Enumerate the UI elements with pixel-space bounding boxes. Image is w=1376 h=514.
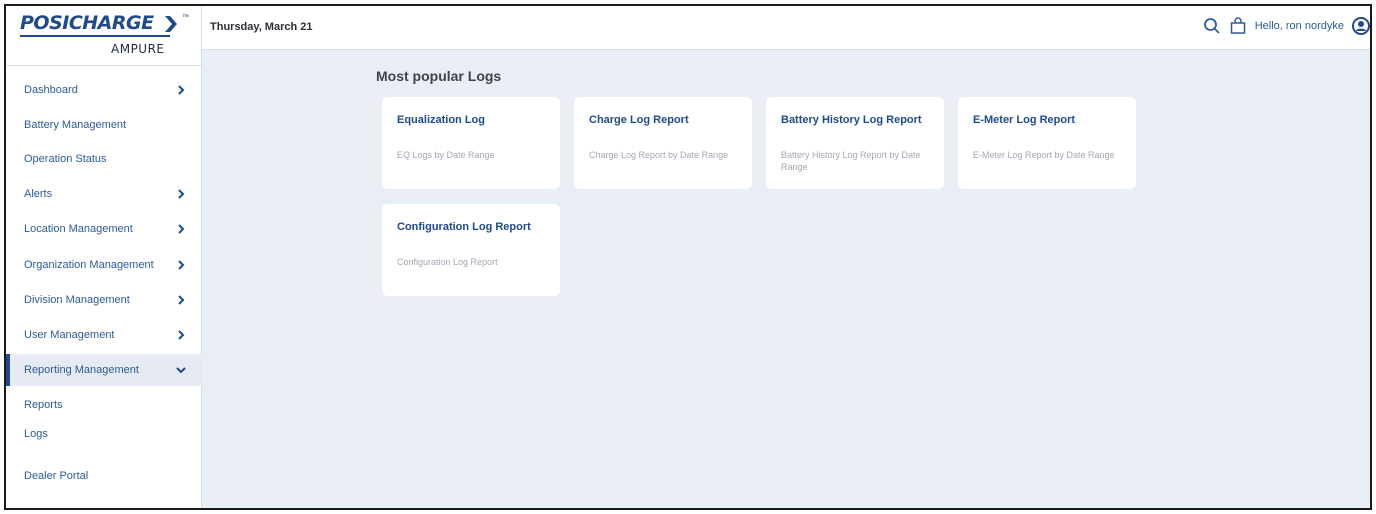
card-description: E-Meter Log Report by Date Range [973, 150, 1115, 160]
chevron-right-icon [178, 260, 185, 270]
header-actions: Hello, ron nordyke [1203, 17, 1370, 35]
sidebar-item-label: Reporting Management [24, 364, 139, 376]
sidebar-item-alerts[interactable]: Alerts [6, 178, 202, 210]
chevron-down-icon [176, 367, 186, 374]
current-date: Thursday, March 21 [210, 21, 313, 33]
sidebar-item-label: Dashboard [24, 84, 78, 96]
sidebar-item-label: Battery Management [24, 119, 127, 131]
sidebar-subitem-reports[interactable]: Reports [24, 399, 63, 411]
card-title: Equalization Log [397, 114, 485, 126]
sidebar: POSICHARGE ™ AMPURE Dashboard Battery Ma… [6, 6, 202, 508]
sidebar-item-battery-management[interactable]: Battery Management [6, 109, 202, 141]
sidebar-item-operation-status[interactable]: Operation Status [6, 143, 202, 175]
card-title: Configuration Log Report [397, 221, 531, 233]
app-window: POSICHARGE ™ AMPURE Dashboard Battery Ma… [4, 4, 1372, 510]
card-title: Battery History Log Report [781, 114, 922, 126]
sidebar-subitem-logs[interactable]: Logs [24, 428, 48, 440]
card-description: Battery History Log Report by Date Range [781, 150, 921, 172]
card-title: E-Meter Log Report [973, 114, 1076, 126]
top-header: Thursday, March 21 Hello, ron nordyke [202, 6, 1370, 50]
chevron-right-icon [178, 330, 185, 340]
sidebar-item-label: Division Management [24, 294, 130, 306]
page-title: Most popular Logs [376, 68, 502, 84]
log-card-battery-history[interactable]: Battery History Log Report Battery Histo… [766, 97, 944, 189]
log-card-configuration[interactable]: Configuration Log Report Configuration L… [382, 204, 560, 296]
card-description: EQ Logs by Date Range [397, 150, 495, 160]
sidebar-item-organization-management[interactable]: Organization Management [6, 249, 202, 281]
sidebar-item-label: User Management [24, 329, 115, 341]
sidebar-item-location-management[interactable]: Location Management [6, 213, 202, 245]
sidebar-item-dealer-portal[interactable]: Dealer Portal [24, 470, 88, 482]
user-avatar-icon[interactable] [1352, 17, 1370, 35]
chevron-right-icon [178, 295, 185, 305]
logo-trademark: ™ [182, 14, 189, 21]
sidebar-item-label: Location Management [24, 223, 133, 235]
sidebar-item-label: Alerts [24, 188, 53, 200]
card-description: Charge Log Report by Date Range [589, 150, 729, 160]
card-title: Charge Log Report [589, 114, 689, 126]
logo-subtitle: AMPURE [111, 42, 165, 56]
search-icon[interactable] [1203, 17, 1221, 35]
chevron-right-icon [178, 189, 185, 199]
sidebar-item-user-management[interactable]: User Management [6, 319, 202, 351]
shopping-bag-icon[interactable] [1229, 17, 1247, 35]
logo-underline [20, 35, 170, 37]
sidebar-item-label: Organization Management [24, 259, 154, 271]
user-greeting[interactable]: Hello, ron nordyke [1255, 20, 1344, 32]
log-card-e-meter[interactable]: E-Meter Log Report E-Meter Log Report by… [958, 97, 1136, 189]
sidebar-item-label: Operation Status [24, 153, 107, 165]
sidebar-item-dashboard[interactable]: Dashboard [6, 74, 202, 106]
sidebar-item-reporting-management[interactable]: Reporting Management [6, 354, 202, 386]
logo-chevron-icon [165, 16, 177, 32]
sidebar-item-division-management[interactable]: Division Management [6, 284, 202, 316]
log-card-equalization[interactable]: Equalization Log EQ Logs by Date Range [382, 97, 560, 189]
logo-wordmark: POSICHARGE [20, 12, 154, 34]
brand-logo[interactable]: POSICHARGE ™ AMPURE [6, 6, 202, 66]
card-description: Configuration Log Report [397, 257, 498, 267]
chevron-right-icon [178, 224, 185, 234]
log-card-charge[interactable]: Charge Log Report Charge Log Report by D… [574, 97, 752, 189]
chevron-right-icon [178, 85, 185, 95]
